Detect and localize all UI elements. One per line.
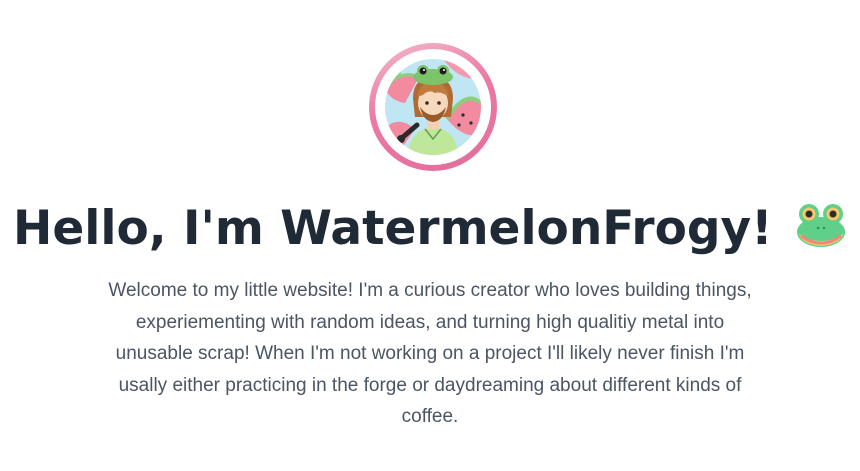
intro-paragraph: Welcome to my little website! I'm a curi… — [108, 280, 752, 427]
avatar-ring — [369, 43, 497, 171]
avatar-illustration — [385, 59, 481, 155]
page-title: Hello, I'm WatermelonFrogy! — [0, 196, 860, 266]
page-title-text: Hello, I'm WatermelonFrogy! — [13, 201, 773, 256]
page: Hello, I'm WatermelonFrogy! Welcome to m… — [0, 0, 860, 471]
avatar — [385, 59, 481, 155]
frog-icon — [795, 200, 847, 266]
avatar-frame — [375, 49, 491, 165]
